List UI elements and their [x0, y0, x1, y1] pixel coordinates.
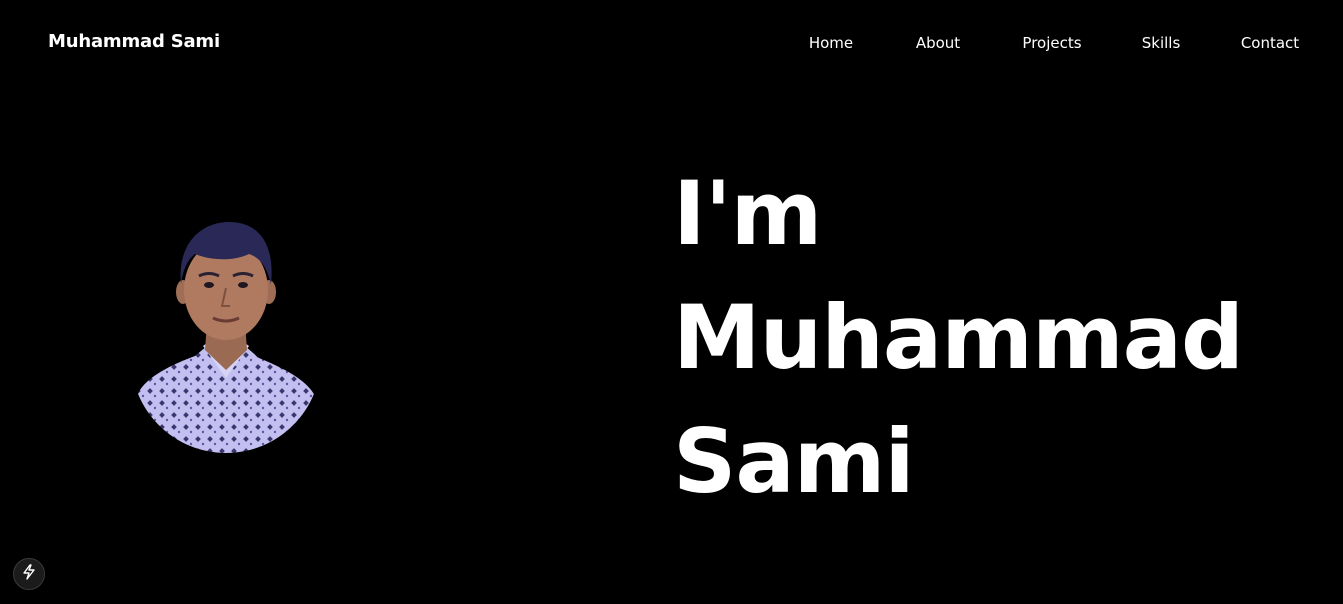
hero-line-greeting: I'm: [673, 162, 822, 265]
lightning-bolt-icon: [22, 564, 36, 584]
nav-link-skills[interactable]: Skills: [1142, 34, 1181, 52]
nav-link-projects[interactable]: Projects: [1022, 34, 1081, 52]
profile-photo: [133, 218, 319, 456]
dev-tools-badge[interactable]: [13, 558, 45, 590]
portfolio-page: Muhammad Sami Home About Projects Skills…: [0, 0, 1343, 604]
nav-link-contact[interactable]: Contact: [1241, 34, 1299, 52]
hero-line-last-name: Sami: [673, 410, 915, 513]
hero-title: I'm Muhammad Sami: [673, 152, 1244, 524]
navbar: Muhammad Sami Home About Projects Skills…: [0, 0, 1343, 90]
hero-line-first-name: Muhammad: [673, 286, 1244, 389]
nav-link-about[interactable]: About: [916, 34, 960, 52]
nav-link-home[interactable]: Home: [809, 34, 853, 52]
brand-logo[interactable]: Muhammad Sami: [48, 31, 220, 52]
